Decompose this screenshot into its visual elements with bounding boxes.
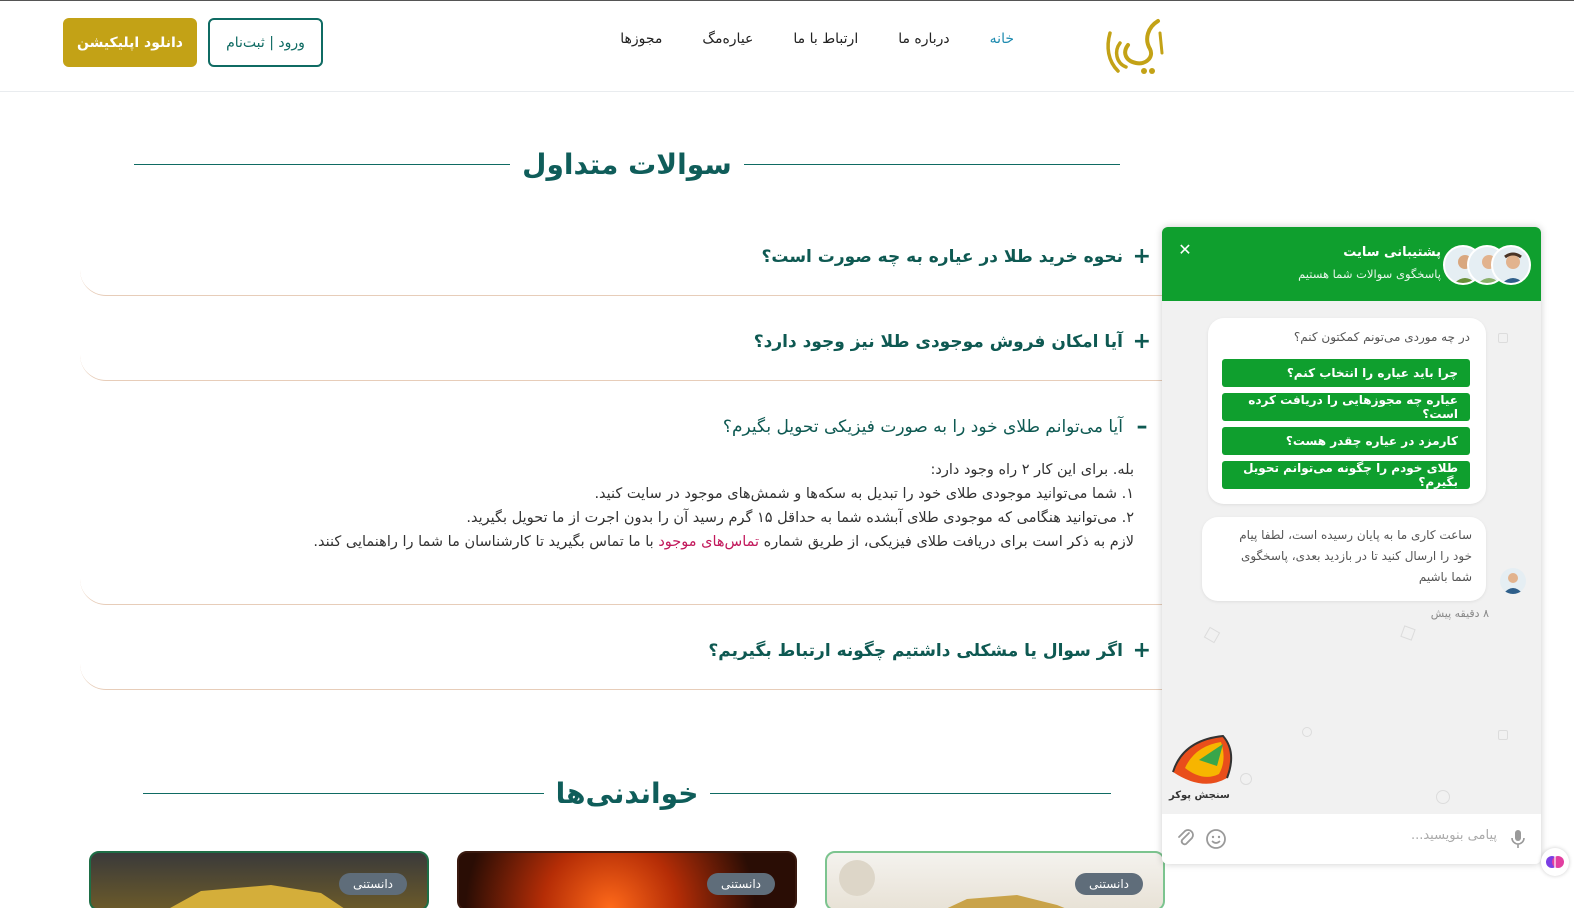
bot-message: در چه موردی می‌تونم کمکتون کنم؟ چرا باید… (1208, 318, 1486, 504)
plus-icon: + (1132, 244, 1151, 269)
faq-question-text: اگر سوال یا مشکلی داشتیم چگونه ارتباط بگ… (708, 640, 1123, 661)
chat-message-input[interactable]: پیامی بنویسید... (1411, 828, 1497, 843)
faq-question[interactable]: + اگر سوال یا مشکلی داشتیم چگونه ارتباط … (708, 638, 1151, 663)
article-card[interactable]: دانستنی (825, 851, 1165, 908)
emoji-icon[interactable] (1204, 827, 1228, 851)
faq-item[interactable]: + آیا امکان فروش موجودی طلا نیز وجود دار… (80, 329, 1165, 381)
article-card[interactable]: دانستنی (457, 851, 797, 908)
nav-licenses[interactable]: مجوزها (620, 31, 662, 47)
background-doodle (1498, 730, 1508, 740)
category-badge: دانستنی (1075, 873, 1143, 895)
background-doodle (1436, 790, 1450, 804)
category-badge: دانستنی (339, 873, 407, 895)
faq-title: سوالات متداول (522, 148, 732, 181)
faq-item-open[interactable]: – آیا می‌توانم طلای خود را به صورت فیزیک… (80, 414, 1165, 605)
chat-subtitle: پاسخگوی سوالات شما هستیم (1298, 267, 1441, 281)
background-doodle (1498, 333, 1508, 343)
nav-about[interactable]: درباره ما (898, 31, 949, 47)
answer-text: با ما تماس بگیرید تا کارشناسان ما شما را… (313, 534, 659, 550)
background-doodle (1400, 625, 1416, 641)
background-doodle (1302, 727, 1312, 737)
plus-icon: + (1132, 329, 1151, 354)
nav-magazine[interactable]: عیاره‌مگ (702, 31, 753, 47)
title-divider-right (710, 793, 1111, 794)
answer-line: بله. برای این کار ۲ راه وجود دارد: (930, 462, 1135, 478)
site-logo[interactable] (1100, 13, 1168, 79)
quick-reply-button[interactable]: چرا باید عیاره را انتخاب کنم؟ (1222, 359, 1470, 387)
close-icon[interactable]: ✕ (1174, 239, 1196, 261)
faq-question-text: آیا می‌توانم طلای خود را به صورت فیزیکی … (722, 416, 1123, 437)
faq-item[interactable]: + اگر سوال یا مشکلی داشتیم چگونه ارتباط … (80, 638, 1165, 690)
answer-line: ۲. می‌توانید هنگامی که موجودی طلای آبشده… (466, 510, 1134, 526)
readings-title: خواندنی‌ها (555, 777, 699, 810)
chat-header: ✕ پشتیبانی سایت پاسخگوی سوالات شما هستیم (1162, 227, 1541, 301)
answer-line: ۱. شما می‌توانید موجودی طلای خود را تبدی… (594, 486, 1134, 502)
article-card[interactable]: دانستنی (89, 851, 429, 908)
nav-contact[interactable]: ارتباط با ما (793, 31, 858, 47)
chat-title: پشتیبانی سایت (1343, 245, 1441, 260)
microphone-icon[interactable] (1506, 827, 1530, 851)
category-badge: دانستنی (707, 873, 775, 895)
bot-question: در چه موردی می‌تونم کمکتون کنم؟ (1293, 330, 1470, 344)
faq-question[interactable]: – آیا می‌توانم طلای خود را به صورت فیزیک… (723, 414, 1151, 439)
quick-reply-button[interactable]: کارمزد در عیاره چقدر هست؟ (1222, 427, 1470, 455)
message-time: ۸ دقیقه پیش (1430, 607, 1489, 620)
nav-home[interactable]: خانه (990, 31, 1014, 47)
plus-icon: + (1132, 638, 1151, 663)
faq-question-text: آیا امکان فروش موجودی طلا نیز وجود دارد؟ (753, 331, 1123, 352)
title-divider-left (134, 164, 511, 165)
download-app-button[interactable]: دانلود اپلیکیشن (63, 18, 197, 67)
faq-question[interactable]: + آیا امکان فروش موجودی طلا نیز وجود دار… (754, 329, 1151, 354)
agent-avatar (1500, 568, 1526, 594)
answer-text: لازم به ذکر است برای دریافت طلای فیزیکی،… (759, 534, 1134, 550)
faq-question-text: نحوه خرید طلا در عیاره به چه صورت است؟ (761, 246, 1123, 267)
attachment-icon[interactable] (1174, 827, 1198, 851)
chat-composer: پیامی بنویسید... (1162, 814, 1541, 864)
faq-question[interactable]: + نحوه خرید طلا در عیاره به چه صورت است؟ (761, 244, 1151, 269)
avatar (1491, 245, 1531, 285)
offline-message: ساعت کاری ما به پایان رسیده است، لطفا پی… (1202, 517, 1486, 601)
site-header: خانه درباره ما ارتباط با ما عیاره‌مگ مجو… (0, 1, 1574, 92)
title-divider-left (143, 793, 544, 794)
quick-reply-button[interactable]: طلای خودم را چگونه می‌توانم تحویل بگیرم؟ (1222, 461, 1470, 489)
faq-item[interactable]: + نحوه خرید طلا در عیاره به چه صورت است؟ (80, 244, 1165, 296)
title-divider-right (743, 164, 1120, 165)
readings-section-title: خواندنی‌ها (143, 777, 1111, 810)
faq-section-title: سوالات متداول (134, 148, 1120, 181)
brand-badge[interactable]: سنجش پوکر (1163, 732, 1239, 806)
login-register-button[interactable]: ورود | ثبت‌نام (208, 18, 323, 67)
faq-answer: بله. برای این کار ۲ راه وجود دارد: ۱. شم… (313, 458, 1134, 554)
brand-logo-icon (1172, 734, 1233, 784)
minus-icon: – (1136, 414, 1148, 439)
quick-reply-button[interactable]: عیاره چه مجوزهایی را دریافت کرده است؟ (1222, 393, 1470, 421)
offline-message-text: ساعت کاری ما به پایان رسیده است، لطفا پی… (1239, 528, 1472, 584)
background-doodle (1240, 773, 1252, 785)
main-nav: خانه درباره ما ارتباط با ما عیاره‌مگ مجو… (620, 31, 1014, 47)
answer-line: لازم به ذکر است برای دریافت طلای فیزیکی،… (313, 530, 1134, 554)
brand-label: سنجش پوکر (1169, 790, 1230, 801)
ai-assistant-icon[interactable] (1541, 848, 1569, 876)
background-doodle (1203, 626, 1221, 644)
agent-avatars (1443, 245, 1531, 285)
contacts-link[interactable]: تماس‌های موجود (658, 534, 759, 550)
